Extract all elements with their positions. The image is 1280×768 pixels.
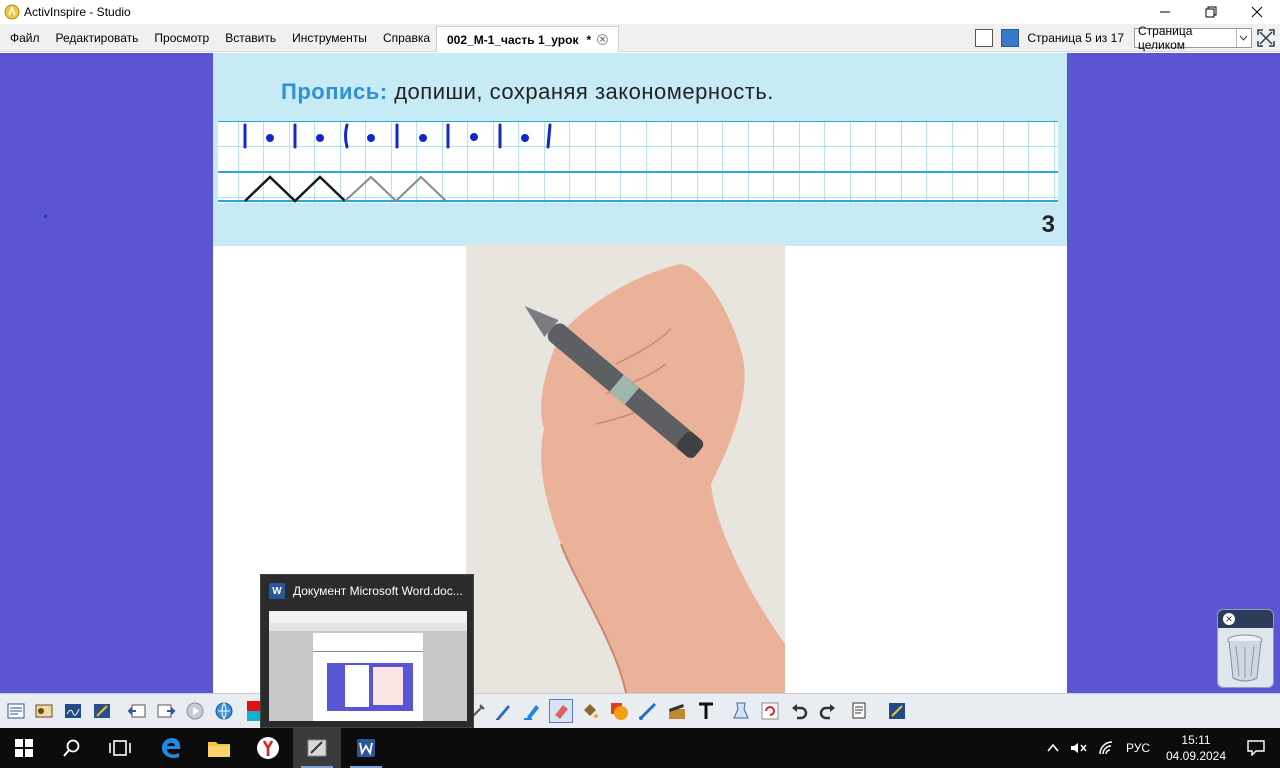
copybook-heading-text: допиши, сохраняя закономерность.	[394, 79, 774, 104]
activinspire-taskbar-button[interactable]	[293, 728, 341, 768]
activinspire-icon	[307, 739, 327, 757]
edge-icon	[162, 738, 181, 758]
zoom-select-value: Страница целиком	[1138, 24, 1193, 52]
page-browser-icon[interactable]	[975, 29, 994, 47]
copybook-heading: Пропись: допиши, сохраняя закономерность…	[281, 79, 774, 105]
trash-close-icon[interactable]: ✕	[1223, 613, 1235, 625]
undo-icon[interactable]	[787, 699, 811, 723]
profile-icon[interactable]	[32, 699, 56, 723]
clock-date: 04.09.2024	[1165, 749, 1227, 763]
system-tray: РУС 15:11 04.09.2024	[1046, 728, 1280, 768]
page-settings-icon[interactable]	[847, 699, 871, 723]
word-icon	[357, 739, 375, 757]
clock[interactable]: 15:11 04.09.2024	[1160, 732, 1232, 764]
shape-icon[interactable]	[607, 699, 631, 723]
close-icon	[1251, 6, 1263, 18]
reset-page-icon[interactable]	[758, 699, 782, 723]
yandex-browser-icon	[257, 737, 279, 759]
window-title: ActivInspire - Studio	[24, 5, 131, 19]
chevron-up-icon[interactable]	[1046, 741, 1060, 755]
thumbnail-title: Документ Microsoft Word.doc...	[293, 584, 463, 598]
menu-tools[interactable]: Инструменты	[284, 24, 375, 52]
menu-file[interactable]: Файл	[2, 24, 48, 52]
trash-can-widget[interactable]: ✕	[1217, 609, 1274, 688]
word-icon: W	[269, 583, 285, 599]
page-counter: Страница 5 из 17	[1027, 31, 1124, 45]
page-number: 3	[1041, 211, 1055, 238]
close-button[interactable]	[1234, 0, 1280, 24]
clock-time: 15:11	[1181, 733, 1211, 747]
menu-help[interactable]: Справка	[375, 24, 438, 52]
previous-page-icon[interactable]	[125, 699, 149, 723]
trash-header: ✕	[1218, 610, 1273, 628]
browser-icon[interactable]	[212, 699, 236, 723]
task-view-icon	[109, 740, 131, 756]
modified-indicator: *	[586, 32, 592, 47]
copybook-grid	[218, 121, 1058, 203]
task-view-button[interactable]	[96, 728, 144, 768]
chevron-down-icon	[1235, 29, 1251, 47]
activinspire-app-icon	[4, 4, 20, 20]
next-page-icon[interactable]	[154, 699, 178, 723]
signature-icon[interactable]	[61, 699, 85, 723]
clear-icon[interactable]	[729, 699, 753, 723]
speaker-muted-icon[interactable]	[1070, 741, 1088, 755]
redo-icon[interactable]	[816, 699, 840, 723]
menu-view[interactable]: Просмотр	[146, 24, 217, 52]
yandex-browser-button[interactable]	[244, 728, 292, 768]
flipchart-tab[interactable]: 002_М-1_часть 1_урок * ✕	[436, 26, 620, 52]
edge-button[interactable]	[147, 728, 195, 768]
snowflake-icon[interactable]	[1001, 29, 1020, 47]
thumbnail-title-row: W Документ Microsoft Word.doc...	[269, 583, 463, 599]
start-button[interactable]	[0, 728, 48, 768]
toolbox-settings-icon[interactable]	[885, 699, 909, 723]
connector-icon[interactable]	[636, 699, 660, 723]
start-icon	[15, 739, 33, 757]
tab-close-icon[interactable]: ✕	[597, 34, 609, 45]
search-button[interactable]	[48, 728, 96, 768]
zoom-select[interactable]: Страница целиком	[1134, 24, 1252, 52]
taskbar-thumbnail-preview[interactable]: W Документ Microsoft Word.doc...	[260, 574, 474, 728]
notifications-button[interactable]	[1232, 728, 1280, 768]
trash-bin-icon	[1227, 634, 1263, 682]
flipchart-tab-label: 002_М-1_часть 1_урок	[447, 32, 579, 47]
hand-writing-picture[interactable]	[466, 244, 785, 693]
fullscreen-icon[interactable]	[1256, 28, 1276, 48]
main-toolbar	[0, 693, 1280, 728]
notification-icon	[1247, 740, 1265, 756]
highlighter-icon[interactable]	[520, 699, 544, 723]
copybook-heading-label: Пропись:	[281, 79, 388, 104]
file-explorer-icon	[208, 742, 230, 757]
input-language[interactable]: РУС	[1126, 741, 1150, 755]
menu-bar: Файл Редактировать Просмотр Вставить Инс…	[0, 24, 1280, 52]
fill-icon[interactable]	[578, 699, 602, 723]
word-taskbar-button[interactable]	[342, 728, 390, 768]
main-menu-icon[interactable]	[4, 699, 28, 723]
eraser-icon[interactable]	[549, 699, 573, 723]
file-explorer-button[interactable]	[195, 728, 243, 768]
pen-tool-icon[interactable]	[491, 699, 515, 723]
text-tool-icon[interactable]	[694, 699, 718, 723]
minimize-icon	[1160, 11, 1170, 13]
flipchart-canvas[interactable]: Пропись: допиши, сохраняя закономерность…	[0, 53, 1280, 693]
play-icon[interactable]	[183, 699, 207, 723]
title-bar: ActivInspire - Studio	[0, 0, 1280, 24]
word-document-preview	[269, 611, 467, 721]
hand-pen-illustration	[524, 264, 785, 693]
search-icon	[63, 739, 80, 757]
wifi-icon[interactable]	[1098, 741, 1116, 755]
windows-taskbar: РУС 15:11 04.09.2024	[0, 728, 1280, 768]
design-mode-icon[interactable]	[90, 699, 114, 723]
menu-insert[interactable]: Вставить	[217, 24, 284, 52]
restore-button[interactable]	[1188, 0, 1234, 24]
menu-edit[interactable]: Редактировать	[48, 24, 147, 52]
minimize-button[interactable]	[1142, 0, 1188, 24]
restore-icon	[1205, 6, 1217, 18]
clapperboard-icon[interactable]	[665, 699, 689, 723]
ink-dot	[44, 215, 47, 218]
copybook-strip: Пропись: допиши, сохраняя закономерность…	[213, 53, 1067, 246]
